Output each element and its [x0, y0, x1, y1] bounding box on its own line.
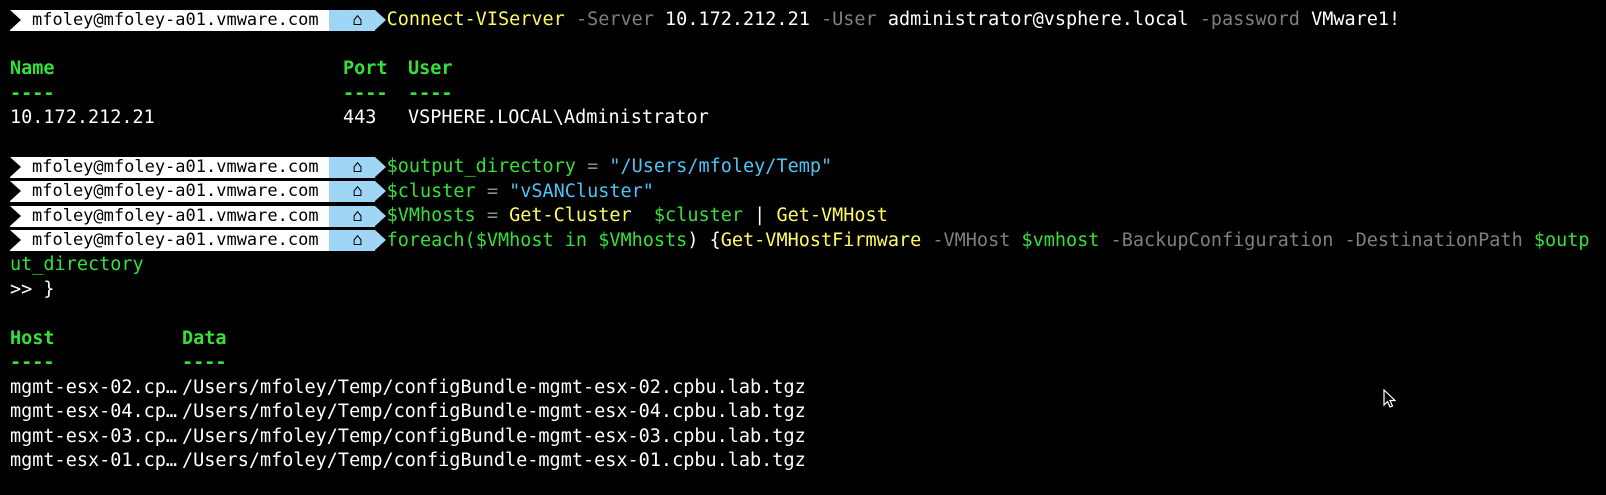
prompt-dir: ⌂ [328, 230, 386, 252]
variable: $outp [1533, 229, 1590, 251]
param: -VMHost [932, 229, 1011, 251]
operator: = [486, 205, 498, 226]
variable: $vmhost [1021, 229, 1100, 251]
terminal-output[interactable]: mfoley@mfoley-a01.vmware.com ⌂ Connect-V… [10, 8, 1600, 474]
command-line-foreach: mfoley@mfoley-a01.vmware.com ⌂ foreach($… [10, 229, 1600, 254]
cmdlet: Connect-VIServer [386, 9, 565, 30]
table-row: mgmt-esx-03.cp…/Users/mfoley/Temp/config… [10, 425, 1600, 450]
value: VMware1! [1311, 9, 1401, 30]
prompt: mfoley@mfoley-a01.vmware.com ⌂ [10, 181, 386, 203]
table-row: 10.172.212.21 443 VSPHERE.LOCAL\Administra… [10, 106, 1600, 131]
table-header: Name Port User [10, 57, 1600, 82]
home-icon: ⌂ [352, 9, 363, 30]
prompt-dir: ⌂ [328, 205, 386, 227]
home-icon: ⌂ [352, 230, 363, 251]
table-row: mgmt-esx-01.cp…/Users/mfoley/Temp/config… [10, 449, 1600, 474]
underline: ---- [182, 352, 227, 373]
cell-user: VSPHERE.LOCAL\Administrator [408, 107, 709, 128]
column-header: Host [10, 327, 55, 349]
value: administrator@vsphere.local [887, 9, 1189, 30]
cell-data: /Users/mfoley/Temp/configBundle-mgmt-esx… [182, 450, 806, 471]
variable: $cluster [386, 180, 476, 202]
cmdlet: Get-VMHost [776, 205, 888, 226]
column-header: Name [10, 58, 55, 79]
variable: $VMhost [475, 229, 554, 251]
table-underline: ---- ---- [10, 351, 1600, 376]
prompt: mfoley@mfoley-a01.vmware.com ⌂ [10, 230, 386, 252]
param: -DestinationPath [1344, 229, 1523, 251]
param: -User [820, 9, 877, 30]
variable: $VMhosts [386, 205, 476, 226]
column-header: Port [343, 58, 388, 79]
prompt-dir: ⌂ [328, 181, 386, 203]
table-row: mgmt-esx-02.cp…/Users/mfoley/Temp/config… [10, 376, 1600, 401]
keyword: foreach( [386, 229, 476, 251]
prompt-user-host: mfoley@mfoley-a01.vmware.com [10, 9, 340, 31]
command-line-output-dir: mfoley@mfoley-a01.vmware.com ⌂ $output_d… [10, 155, 1600, 180]
cmdlet: Get-Cluster [509, 205, 632, 226]
cell-data: /Users/mfoley/Temp/configBundle-mgmt-esx… [182, 401, 806, 422]
cell-host: mgmt-esx-01.cp… [10, 450, 178, 471]
cell-host: mgmt-esx-04.cp… [10, 401, 178, 422]
variable: $VMhosts [598, 229, 688, 251]
mouse-pointer-icon [1383, 389, 1397, 408]
command-line-cluster: mfoley@mfoley-a01.vmware.com ⌂ $cluster … [10, 180, 1600, 205]
variable: $cluster [653, 205, 744, 226]
brace: ) { [687, 229, 721, 251]
prompt: mfoley@mfoley-a01.vmware.com ⌂ [10, 205, 386, 227]
table-row: mgmt-esx-04.cp…/Users/mfoley/Temp/config… [10, 400, 1600, 425]
variable: ut_directory [10, 254, 144, 275]
param: -password [1199, 9, 1300, 30]
variable: $output_directory [386, 156, 576, 177]
cmdlet: Get-VMHostFirmware [720, 229, 922, 251]
continuation-line: >> } [10, 278, 1600, 303]
underline: ---- [408, 82, 453, 104]
string: "vSANCluster" [509, 180, 654, 202]
column-header: User [408, 58, 453, 79]
command-line-connect: mfoley@mfoley-a01.vmware.com ⌂ Connect-V… [10, 8, 1600, 33]
cell-data: /Users/mfoley/Temp/configBundle-mgmt-esx… [182, 425, 806, 447]
string: "/Users/mfoley/Temp" [609, 156, 833, 177]
operator: = [486, 180, 498, 202]
param: -Server [575, 9, 654, 30]
underline: ---- [10, 352, 55, 373]
cell-host: mgmt-esx-03.cp… [10, 425, 178, 447]
cell-port: 443 [343, 107, 377, 128]
wrapped-line: ut_directory [10, 253, 1600, 278]
prompt: mfoley@mfoley-a01.vmware.com ⌂ [10, 156, 386, 178]
cell-name: 10.172.212.21 [10, 107, 155, 128]
value: 10.172.212.21 [665, 9, 810, 30]
table-header: Host Data [10, 327, 1600, 352]
cell-data: /Users/mfoley/Temp/configBundle-mgmt-esx… [182, 376, 806, 398]
operator: = [587, 156, 599, 177]
cell-host: mgmt-esx-02.cp… [10, 376, 178, 398]
continuation: >> } [10, 278, 55, 300]
prompt-user-host: mfoley@mfoley-a01.vmware.com [10, 230, 340, 252]
underline: ---- [343, 82, 388, 104]
prompt-user-host: mfoley@mfoley-a01.vmware.com [10, 181, 340, 203]
prompt-user-host: mfoley@mfoley-a01.vmware.com [10, 156, 340, 178]
home-icon: ⌂ [352, 205, 363, 226]
table-underline: ---- ---- ---- [10, 82, 1600, 107]
prompt: mfoley@mfoley-a01.vmware.com ⌂ [10, 9, 386, 31]
command-line-vmhosts: mfoley@mfoley-a01.vmware.com ⌂ $VMhosts … [10, 204, 1600, 229]
home-icon: ⌂ [352, 181, 363, 202]
prompt-dir: ⌂ [328, 9, 386, 31]
underline: ---- [10, 82, 55, 104]
prompt-user-host: mfoley@mfoley-a01.vmware.com [10, 205, 340, 227]
column-header: Data [182, 327, 227, 349]
pipe: | [754, 205, 766, 226]
home-icon: ⌂ [352, 156, 363, 177]
prompt-dir: ⌂ [328, 156, 386, 178]
keyword: in [564, 229, 588, 251]
param: -BackupConfiguration [1110, 229, 1334, 251]
